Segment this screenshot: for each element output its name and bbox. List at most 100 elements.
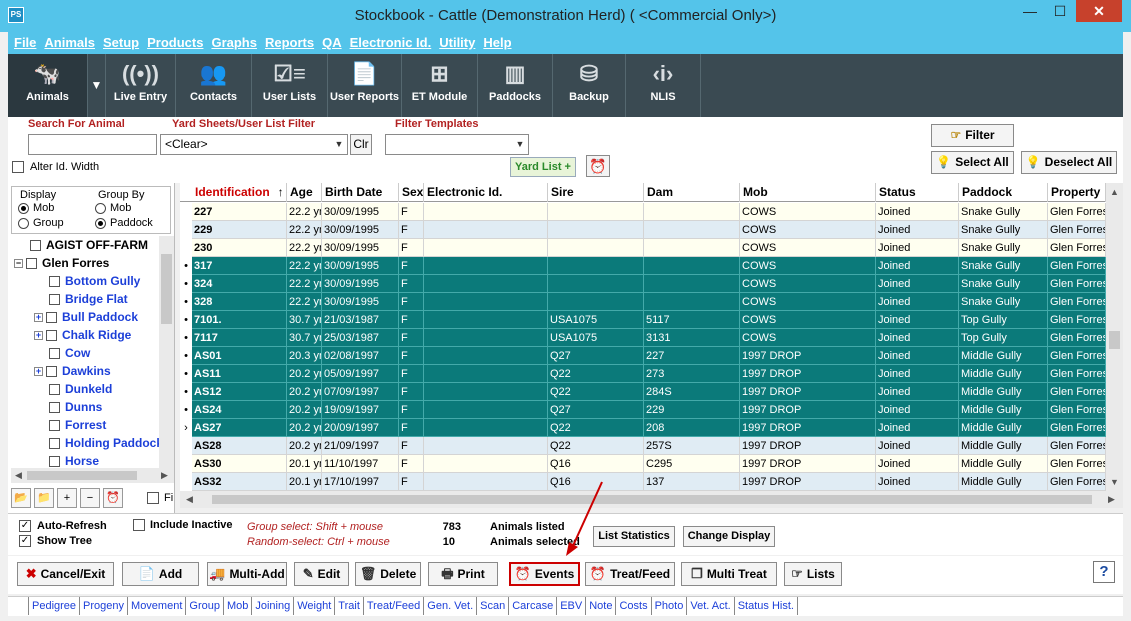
menu-item-setup[interactable]: Setup (101, 32, 141, 54)
minimize-button[interactable]: — (1016, 0, 1044, 22)
link-trait[interactable]: Trait (335, 597, 364, 615)
link-movement[interactable]: Movement (128, 597, 187, 615)
toolbar-user-reports-button[interactable]: 📄 User Reports (328, 54, 402, 117)
collapse-icon[interactable]: − (80, 488, 100, 508)
cancel-exit-button[interactable]: ✖ Cancel/Exit (17, 562, 114, 586)
column-header-electronic-id[interactable]: Electronic Id. (424, 183, 548, 202)
link-group[interactable]: Group (186, 597, 224, 615)
tree-item[interactable]: Horse (11, 452, 159, 468)
column-header-age[interactable]: Age (287, 183, 322, 202)
menu-item-animals[interactable]: Animals (42, 32, 97, 54)
link-joining[interactable]: Joining (252, 597, 295, 615)
link-mob[interactable]: Mob (224, 597, 253, 615)
multi-treat-button[interactable]: ❐ Multi Treat (681, 562, 777, 586)
tree-item[interactable]: + Dawkins (11, 362, 159, 380)
select-all-button[interactable]: 💡 Select All (931, 151, 1014, 174)
edit-button[interactable]: ✎ Edit (294, 562, 349, 586)
auto-refresh-checkbox[interactable]: ✓ (19, 520, 31, 532)
link-scan[interactable]: Scan (477, 597, 510, 615)
link-carcase[interactable]: Carcase (509, 597, 558, 615)
menu-item-qa[interactable]: QA (320, 32, 344, 54)
chevron-up-icon[interactable]: ▲ (1110, 187, 1119, 197)
filter-button[interactable]: ☞ Filter (931, 124, 1014, 147)
table-row[interactable]: • 324 22.2 yr 30/09/1995 F COWS Joined Snake Gu… (180, 275, 1106, 293)
toolbar-nlis-button[interactable]: ‹i› NLIS (626, 54, 701, 117)
display-mob-radio[interactable] (18, 203, 29, 214)
link-treat-feed[interactable]: Treat/Feed (364, 597, 425, 615)
chevron-down-icon[interactable]: ▼ (512, 135, 528, 154)
lists-button[interactable]: ☞ Lists (784, 562, 842, 586)
add-button[interactable]: 📄 Add (122, 562, 199, 586)
multi-add-button[interactable]: 🚚 Multi-Add (207, 562, 287, 586)
link-progeny[interactable]: Progeny (80, 597, 129, 615)
table-row[interactable]: AS30 20.1 yr 11/10/1997 F Q16 C295 1997 DROP Jo… (180, 455, 1106, 473)
tree-item-checkbox[interactable] (30, 240, 41, 252)
tree-item-checkbox[interactable] (49, 294, 60, 306)
link-ebv[interactable]: EBV (557, 597, 587, 615)
open-folder-icon[interactable]: 📂 (11, 488, 31, 508)
find-checkbox[interactable] (147, 492, 159, 504)
table-row[interactable]: • AS12 20.2 yr 07/09/1997 F Q22 284S 1997 DROP J… (180, 383, 1106, 401)
tree-item[interactable]: Dunns (11, 398, 159, 416)
scroll-thumb[interactable] (161, 254, 172, 324)
chevron-right-icon[interactable]: ▶ (161, 470, 168, 481)
tree-item-checkbox[interactable] (49, 456, 60, 468)
chevron-down-icon[interactable]: ▼ (1110, 477, 1119, 487)
show-tree-checkbox[interactable]: ✓ (19, 535, 31, 547)
menu-item-utility[interactable]: Utility (437, 32, 477, 54)
expand-icon[interactable]: + (34, 331, 43, 341)
tree-item[interactable]: + Bull Paddock (11, 308, 159, 326)
tree-item[interactable]: Forrest (11, 416, 159, 434)
scroll-thumb[interactable] (1109, 331, 1120, 349)
table-row[interactable]: AS28 20.2 yr 21/09/1997 F Q22 257S 1997 DROP Jo… (180, 437, 1106, 455)
delete-button[interactable]: 🗑 Delete (355, 562, 421, 586)
alarm-clock-icon[interactable]: ⏰ (103, 488, 123, 508)
events-button[interactable]: ⏰ Events (509, 562, 580, 586)
tree-item[interactable]: Bridge Flat (11, 290, 159, 308)
collapse-icon[interactable]: − (14, 259, 23, 269)
clear-button[interactable]: Clr (350, 134, 372, 155)
groupby-paddock-radio[interactable] (95, 218, 106, 229)
table-row[interactable]: • 7117 30.7 yr 25/03/1987 F USA1075 3131 COWS Jo… (180, 329, 1106, 347)
groupby-mob-radio[interactable] (95, 203, 106, 214)
expand-icon[interactable]: + (34, 367, 43, 377)
display-group-radio[interactable] (18, 218, 29, 229)
grid-horizontal-scrollbar[interactable]: ◀ ▶ (180, 491, 1123, 508)
table-row[interactable]: • AS11 20.2 yr 05/09/1997 F Q22 273 1997 DROP Jo… (180, 365, 1106, 383)
print-button[interactable]: 🖶 Print (428, 562, 498, 586)
table-row[interactable]: • 7101. 30.7 yr 21/03/1987 F USA1075 5117 COWS J… (180, 311, 1106, 329)
yard-list-button[interactable]: Yard List + (510, 157, 576, 177)
toolbar-paddocks-button[interactable]: ▥ Paddocks (478, 54, 553, 117)
tree-item-checkbox[interactable] (49, 402, 60, 414)
column-header-property[interactable]: Property (1048, 183, 1106, 202)
menu-item-graphs[interactable]: Graphs (209, 32, 259, 54)
tree-horizontal-scrollbar[interactable]: ◀ ▶ (11, 468, 174, 483)
menu-item-electronic-id[interactable]: Electronic Id. (348, 32, 434, 54)
toolbar-user-lists-button[interactable]: ☑≡ User Lists (252, 54, 328, 117)
tree-item-checkbox[interactable] (46, 330, 57, 342)
link-status-hist[interactable]: Status Hist. (735, 597, 798, 615)
link-gen-vet[interactable]: Gen. Vet. (424, 597, 478, 615)
search-input[interactable] (28, 134, 157, 155)
scroll-thumb[interactable] (212, 495, 1092, 504)
tree-item-checkbox[interactable] (26, 258, 37, 270)
chevron-down-icon[interactable]: ▼ (331, 135, 347, 154)
help-button[interactable]: ? (1093, 561, 1115, 583)
column-header-birth-date[interactable]: Birth Date (322, 183, 399, 202)
chevron-right-icon[interactable]: ▶ (1108, 494, 1115, 505)
alarm-clock-icon[interactable]: ⏰ (586, 155, 610, 177)
list-statistics-button[interactable]: List Statistics (593, 526, 675, 547)
menu-item-products[interactable]: Products (145, 32, 205, 54)
table-row[interactable]: 230 22.2 yr 30/09/1995 F COWS Joined Snake Gul… (180, 239, 1106, 257)
include-inactive-checkbox[interactable] (133, 519, 145, 531)
toolbar-live-entry-button[interactable]: ((•)) Live Entry (106, 54, 176, 117)
table-row[interactable]: • AS24 20.2 yr 19/09/1997 F Q27 229 1997 DROP Jo… (180, 401, 1106, 419)
expand-icon[interactable]: + (34, 313, 43, 323)
column-header-paddock[interactable]: Paddock (959, 183, 1048, 202)
table-row[interactable]: • 328 22.2 yr 30/09/1995 F COWS Joined Snake Gu… (180, 293, 1106, 311)
grid-vertical-scrollbar[interactable]: ▲ ▼ (1106, 183, 1123, 491)
link-costs[interactable]: Costs (616, 597, 652, 615)
table-row[interactable]: • AS01 20.3 yr 02/08/1997 F Q27 227 1997 DROP Jo… (180, 347, 1106, 365)
tree-item-checkbox[interactable] (49, 438, 60, 450)
table-row[interactable]: 229 22.2 yr 30/09/1995 F COWS Joined Snake Gul… (180, 221, 1106, 239)
